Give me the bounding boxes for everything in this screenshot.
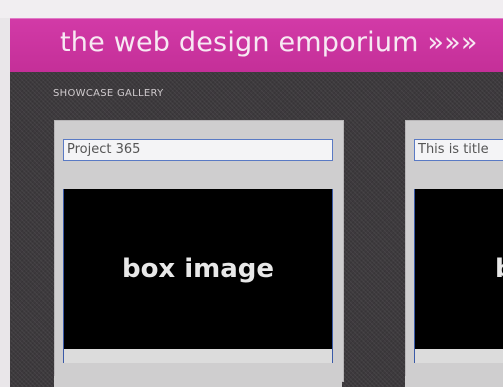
section-label: SHOWCASE GALLERY [53, 88, 164, 99]
card-title[interactable]: This is title [414, 139, 503, 161]
top-strip [0, 0, 503, 18]
card-image[interactable]: box image [414, 189, 503, 349]
next-row-card-2 [405, 376, 503, 387]
card-caption [63, 349, 333, 363]
showcase-panel: SHOWCASE GALLERY Project 365 box image T… [10, 72, 503, 387]
site-title[interactable]: the web design emporium »»» [60, 27, 478, 58]
gallery-card-1[interactable]: Project 365 box image [54, 120, 344, 382]
card-image[interactable]: box image [63, 189, 333, 349]
card-caption [414, 349, 503, 363]
card-title[interactable]: Project 365 [63, 139, 333, 161]
site-header: the web design emporium »»» [10, 18, 503, 73]
next-row-card-1 [54, 376, 342, 387]
gallery-card-2[interactable]: This is title box image [405, 120, 503, 382]
